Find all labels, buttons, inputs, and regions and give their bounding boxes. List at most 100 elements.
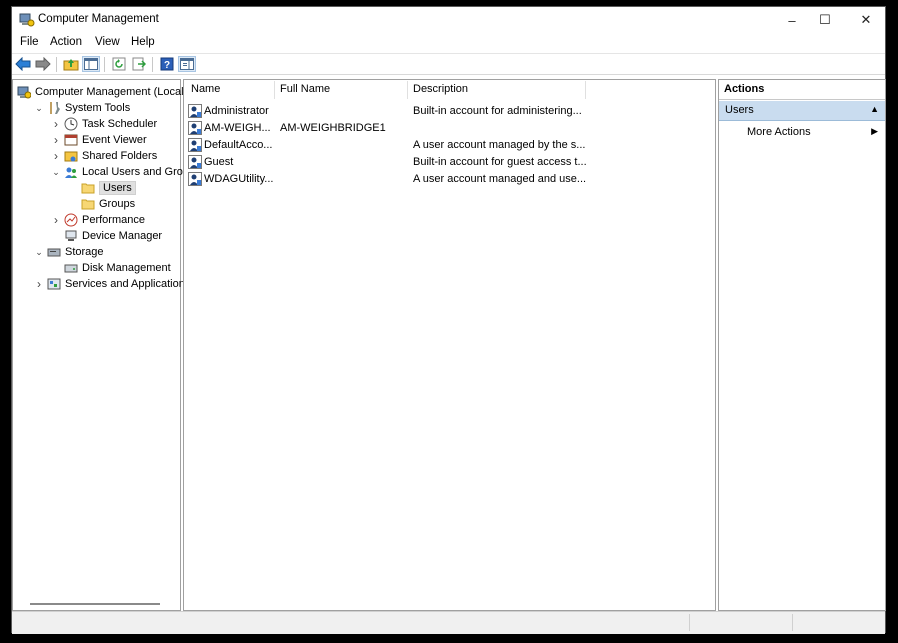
user-full-name-cell: AM-WEIGHBRIDGE1 [280, 122, 386, 134]
collapsed-chevron-icon[interactable]: › [51, 149, 61, 163]
tree-horizontal-scrollbar[interactable] [30, 603, 160, 605]
status-bar-divider [792, 614, 793, 631]
column-divider[interactable] [407, 81, 408, 99]
status-bar-divider [689, 614, 690, 631]
status-bar [12, 611, 885, 634]
tree-node-label: Users [99, 181, 136, 195]
user-description-cell: A user account managed by the s... [413, 139, 586, 151]
column-header-description[interactable]: Description [413, 83, 468, 95]
column-divider[interactable] [585, 81, 586, 99]
collapsed-chevron-icon[interactable]: › [51, 133, 61, 147]
help-button[interactable]: ? [158, 56, 176, 72]
tree-node-local-users-and-groups[interactable]: ⌄ Local Users and Groups [51, 164, 201, 180]
expanded-chevron-icon[interactable]: ⌄ [34, 247, 44, 258]
menu-bar: File Action View Help [12, 34, 885, 52]
tree-node-device-manager[interactable]: Device Manager [51, 228, 162, 244]
maximize-icon: ☐ [819, 12, 831, 27]
tree-node-task-scheduler[interactable]: › Task Scheduler [51, 116, 157, 132]
submenu-arrow-icon: ▶ [871, 126, 878, 136]
tree-node-disk-management[interactable]: Disk Management [51, 260, 171, 276]
services-icon [47, 278, 61, 290]
menu-file[interactable]: File [20, 36, 39, 48]
tree-node-storage[interactable]: ⌄ Storage [34, 244, 103, 260]
toolbar-separator [56, 57, 57, 72]
toolbar-separator [104, 57, 105, 72]
user-icon [188, 138, 202, 152]
user-row[interactable]: DefaultAcco... A user account managed by … [188, 138, 708, 154]
tree-node-shared-folders[interactable]: › Shared Folders [51, 148, 157, 164]
tree-node-event-viewer[interactable]: › Event Viewer [51, 132, 147, 148]
tree-node-users[interactable]: Users [68, 180, 136, 196]
user-icon [188, 104, 202, 118]
tree-node-label: Computer Management (Local [35, 86, 184, 98]
tree-node-label: Device Manager [82, 230, 163, 242]
window-title: Computer Management [38, 13, 159, 25]
help-icon: ? [160, 57, 174, 71]
forward-button[interactable] [34, 56, 52, 72]
tree-node-label: Groups [99, 198, 136, 210]
column-header-full-name[interactable]: Full Name [280, 83, 330, 95]
column-divider[interactable] [274, 81, 275, 99]
menu-action[interactable]: Action [50, 36, 82, 48]
disk-icon [64, 264, 78, 273]
show-action-pane-icon [180, 58, 194, 70]
expanded-chevron-icon[interactable]: ⌄ [51, 167, 61, 178]
refresh-icon [112, 57, 126, 71]
tree-node-computer-management-local[interactable]: Computer Management (Local [17, 84, 184, 100]
list-header: Name Full Name Description [184, 80, 715, 102]
close-button[interactable]: ✕ [846, 7, 886, 33]
tree-node-label: Disk Management [82, 262, 171, 274]
user-row[interactable]: Administrator Built-in account for admini… [188, 104, 708, 120]
collapsed-chevron-icon[interactable]: › [34, 277, 44, 291]
user-icon [188, 121, 202, 135]
tree-node-services-and-applications[interactable]: › Services and Applications [34, 276, 190, 292]
computer-management-icon [17, 86, 31, 99]
user-description-cell: Built-in account for guest access t... [413, 156, 587, 168]
folder-icon [81, 183, 95, 194]
tree-node-label: Services and Applications [65, 278, 191, 290]
svg-text:?: ? [164, 60, 170, 71]
collapse-arrow-icon[interactable]: ▲ [870, 104, 879, 114]
tree-node-groups[interactable]: Groups [68, 196, 135, 212]
export-list-icon [132, 57, 146, 71]
actions-pane-title: Actions [719, 80, 885, 100]
actions-section-label: Users [725, 104, 754, 116]
export-list-button[interactable] [130, 56, 148, 72]
menu-help[interactable]: Help [131, 36, 155, 48]
device-manager-icon [65, 230, 77, 241]
maximize-button[interactable]: ☐ [805, 7, 845, 33]
column-header-name[interactable]: Name [191, 83, 220, 95]
user-name-cell: Administrator [204, 105, 269, 117]
minimize-icon: – [788, 12, 796, 28]
actions-section-users[interactable]: Users ▲ [719, 101, 885, 121]
tree-node-performance[interactable]: › Performance [51, 212, 145, 228]
collapsed-chevron-icon[interactable]: › [51, 117, 61, 131]
user-row[interactable]: WDAGUtility... A user account managed and… [188, 172, 708, 188]
menu-view[interactable]: View [95, 36, 120, 48]
shared-folder-icon [64, 151, 78, 162]
tree-node-label: Shared Folders [82, 150, 158, 162]
collapsed-chevron-icon[interactable]: › [51, 213, 61, 227]
folder-icon [81, 199, 95, 210]
close-icon: ✕ [860, 12, 872, 27]
tree-node-system-tools[interactable]: ⌄ System Tools [34, 100, 130, 116]
tools-icon [50, 102, 60, 114]
back-button[interactable] [14, 56, 32, 72]
user-row[interactable]: AM-WEIGH... AM-WEIGHBRIDGE1 [188, 121, 708, 137]
users-list-pane[interactable]: Name Full Name Description Administrator… [183, 79, 716, 611]
refresh-button[interactable] [110, 56, 128, 72]
toolbar: ? [12, 53, 885, 75]
user-row[interactable]: Guest Built-in account for guest access t… [188, 155, 708, 171]
users-icon [65, 167, 77, 178]
more-actions-item[interactable]: More Actions ▶ [719, 123, 885, 141]
show-action-pane-button[interactable] [178, 56, 196, 72]
user-description-cell: A user account managed and use... [413, 173, 587, 185]
tree-node-label: System Tools [65, 102, 131, 114]
up-one-level-button[interactable] [62, 56, 80, 72]
expanded-chevron-icon[interactable]: ⌄ [34, 103, 44, 114]
show-hide-tree-button[interactable] [82, 56, 100, 72]
event-viewer-icon [64, 134, 78, 146]
tree-node-label: Task Scheduler [82, 118, 158, 130]
console-tree-pane[interactable]: Computer Management (Local ⌄ System Tools ›… [12, 79, 201, 611]
user-icon [188, 172, 202, 186]
